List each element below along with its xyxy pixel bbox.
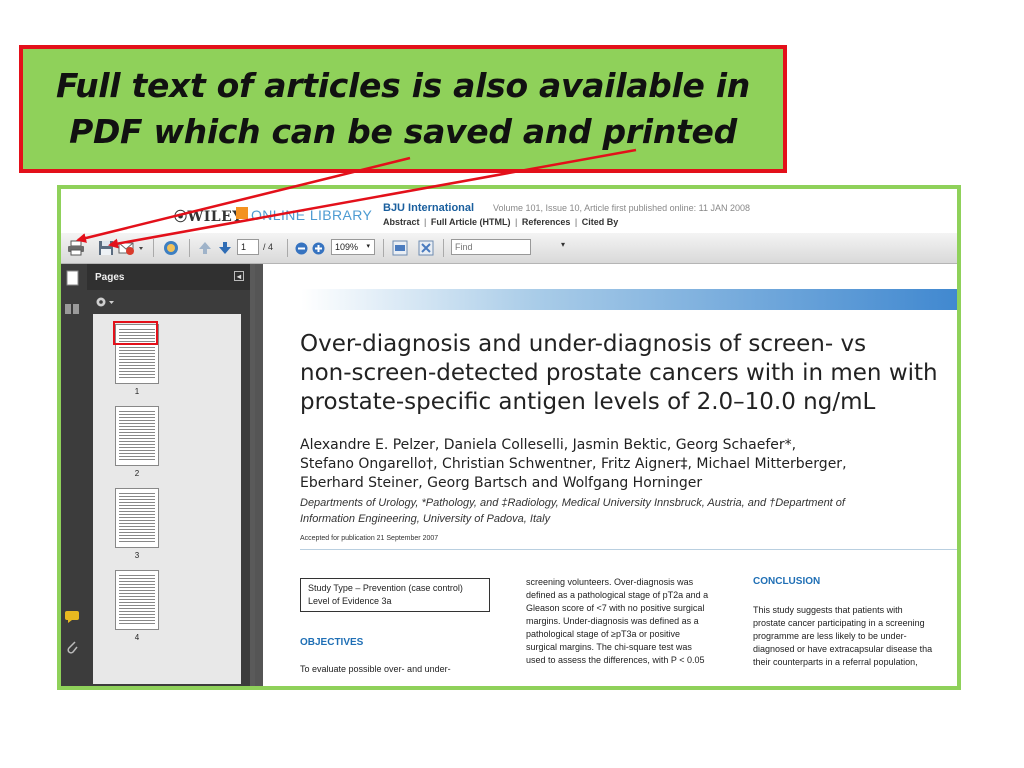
page-thumbnail-3[interactable] (115, 488, 159, 548)
attachment-icon[interactable] (65, 638, 79, 661)
text-line: margins. Under-diagnosis was defined as … (526, 616, 699, 626)
chevron-down-icon: ▾ (366, 243, 370, 250)
text-line: diagnosed or have extracapsular disease … (753, 644, 933, 654)
print-icon[interactable] (67, 240, 85, 256)
text-line: This study suggests that patients with (753, 605, 903, 615)
layers-icon[interactable] (64, 302, 82, 321)
wiley-header: ⦿WILEY ONLINE LIBRARY BJU International … (61, 189, 957, 233)
options-gear-icon[interactable] (95, 295, 115, 313)
callout-box: Full text of articles is also available … (19, 45, 787, 173)
full-screen-icon[interactable] (417, 240, 435, 256)
wiley-mark-icon: ⦿ (174, 210, 188, 225)
wiley-logo-text: WILEY (187, 209, 243, 225)
text-line: pathological stage of ≥pT3a or positive (526, 629, 681, 639)
page-thumbnail-4[interactable] (115, 570, 159, 630)
affiliation-line: Departments of Urology, *Pathology, and … (300, 497, 845, 509)
authors-line: Stefano Ongarello†, Christian Schwentner… (300, 456, 847, 472)
next-page-icon[interactable] (217, 240, 233, 256)
level-of-evidence: Level of Evidence 3a (308, 596, 392, 606)
journal-color-bar (301, 289, 957, 310)
thumbnail-label: 2 (134, 469, 140, 478)
link-cited-by[interactable]: Cited By (582, 217, 619, 227)
zoom-value: 109% (335, 242, 359, 252)
toolbar-separator (287, 239, 288, 257)
pages-panel: Pages ◂ 1 2 3 4 (87, 264, 250, 686)
link-abstract[interactable]: Abstract (383, 217, 420, 227)
abstract-column-2: screening volunteers. Over-diagnosis was… (526, 576, 740, 667)
email-icon[interactable] (118, 240, 144, 256)
document-view[interactable]: Over-diagnosis and under-diagnosis of sc… (255, 264, 957, 686)
toolbar-separator (189, 239, 190, 257)
fit-page-icon[interactable] (391, 240, 409, 256)
text-line: their counterparts in a referral populat… (753, 657, 918, 667)
text-line: Gleason score of <7 with no positive sur… (526, 603, 705, 613)
wiley-logo[interactable]: ⦿WILEY (174, 206, 243, 225)
page-thumbnail-2[interactable] (115, 406, 159, 466)
find-input[interactable] (451, 239, 531, 255)
navigation-strip (61, 264, 87, 686)
find-dropdown-icon[interactable]: ▾ (561, 240, 565, 249)
toolbar-separator (443, 239, 444, 257)
online-library-square-icon (236, 207, 248, 219)
accepted-date: Accepted for publication 21 September 20… (300, 535, 439, 542)
objectives-text: To evaluate possible over- and under- (300, 664, 451, 674)
text-line: prostate cancer participating in a scree… (753, 618, 925, 628)
title-line: prostate-specific antigen levels of 2.0–… (300, 389, 876, 415)
toolbar-separator (153, 239, 154, 257)
objectives-heading: OBJECTIVES (300, 637, 364, 648)
page-total: / 4 (263, 242, 274, 252)
link-references[interactable]: References (522, 217, 571, 227)
zoom-select[interactable]: 109% ▾ (331, 239, 375, 255)
article-links: Abstract | Full Article (HTML) | Referen… (383, 217, 619, 227)
authors-line: Eberhard Steiner, Georg Bartsch and Wolf… (300, 475, 703, 491)
article-authors: Alexandre E. Pelzer, Daniela Colleselli,… (300, 436, 957, 493)
pdf-viewer-screenshot: ⦿WILEY ONLINE LIBRARY BJU International … (57, 185, 961, 690)
comments-icon[interactable] (64, 610, 82, 629)
article-title: Over-diagnosis and under-diagnosis of sc… (300, 330, 957, 417)
pdf-page: Over-diagnosis and under-diagnosis of sc… (263, 264, 957, 686)
link-full-article[interactable]: Full Article (HTML) (431, 217, 511, 227)
page-number-input[interactable]: 1 (237, 239, 259, 255)
thumbnail-label: 1 (134, 387, 140, 396)
affiliations: Departments of Urology, *Pathology, and … (300, 495, 957, 527)
volume-info: Volume 101, Issue 10, Article first publ… (493, 203, 750, 213)
toolbar-separator (383, 239, 384, 257)
study-type: Study Type – Prevention (case control) (308, 583, 463, 593)
title-line: Over-diagnosis and under-diagnosis of sc… (300, 331, 867, 357)
conclusion-heading: CONCLUSION (753, 576, 821, 587)
callout-line-2: PDF which can be saved and printed (69, 112, 737, 151)
thumbnail-label: 4 (134, 633, 140, 642)
title-line: non-screen-detected prostate cancers wit… (300, 360, 938, 386)
text-line: programme are less likely to be under- (753, 631, 907, 641)
affiliation-line: Information Engineering, University of P… (300, 513, 551, 525)
online-library-logo[interactable]: ONLINE LIBRARY (251, 207, 372, 223)
thumbnail-highlight (113, 321, 158, 345)
text-line: used to assess the differences, with P <… (526, 655, 705, 665)
zoom-in-icon[interactable] (311, 240, 325, 256)
text-line: defined as a pathological stage of pT2a … (526, 590, 709, 600)
prev-page-icon[interactable] (197, 240, 213, 256)
thumbnail-label: 3 (134, 551, 140, 560)
zoom-out-icon[interactable] (294, 240, 308, 256)
journal-name[interactable]: BJU International (383, 202, 474, 214)
study-type-box: Study Type – Prevention (case control) L… (300, 578, 490, 612)
pages-panel-header: Pages ◂ (87, 264, 250, 290)
text-line: surgical margins. The chi-square test wa… (526, 642, 692, 652)
save-icon[interactable] (97, 240, 115, 256)
callout-line-1: Full text of articles is also available … (55, 66, 750, 105)
collapse-panel-button[interactable]: ◂ (234, 271, 244, 281)
pages-options-row (87, 290, 250, 312)
text-line: screening volunteers. Over-diagnosis was (526, 577, 694, 587)
abstract-column-3: This study suggests that patients with p… (753, 604, 957, 669)
thumbnail-list: 1 2 3 4 (93, 314, 241, 684)
divider (300, 549, 957, 550)
pages-panel-title: Pages (95, 272, 125, 283)
hand-icon[interactable] (161, 240, 181, 256)
pdf-toolbar: 1 / 4 109% ▾ ▾ (61, 233, 957, 264)
authors-line: Alexandre E. Pelzer, Daniela Colleselli,… (300, 437, 797, 453)
pages-panel-icon[interactable] (66, 270, 80, 291)
